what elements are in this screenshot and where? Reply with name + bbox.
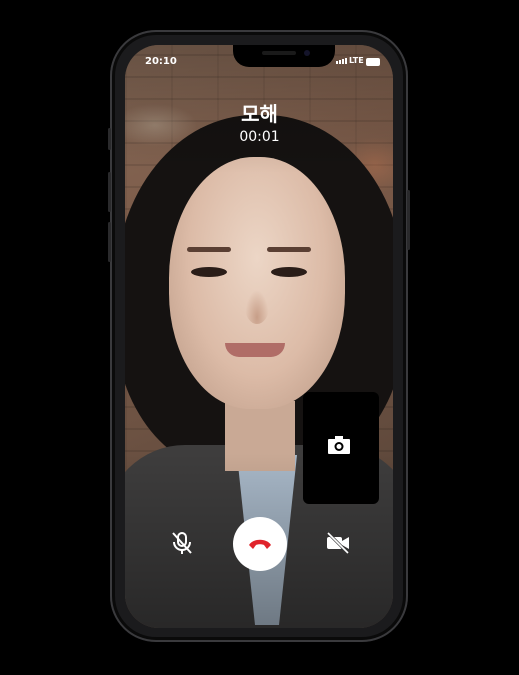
caller-name: 모해 xyxy=(241,102,278,126)
mute-button[interactable] xyxy=(168,529,196,557)
front-camera xyxy=(304,50,310,56)
call-duration: 00:01 xyxy=(239,129,280,145)
phone-hangup-icon xyxy=(249,539,271,549)
camera-icon[interactable] xyxy=(328,436,350,454)
earpiece-speaker xyxy=(262,51,296,55)
status-time: 20:10 xyxy=(145,56,177,67)
signal-bars-icon xyxy=(336,58,347,64)
video-off-button[interactable] xyxy=(324,529,352,557)
power-button xyxy=(407,190,410,250)
end-call-button[interactable] xyxy=(233,517,287,571)
volume-up-button xyxy=(108,172,111,212)
video-off-icon xyxy=(326,532,350,554)
volume-down-button xyxy=(108,222,111,262)
network-type: LTE xyxy=(349,56,364,65)
microphone-off-icon xyxy=(172,532,192,554)
battery-icon xyxy=(366,58,380,66)
notch xyxy=(233,45,335,67)
